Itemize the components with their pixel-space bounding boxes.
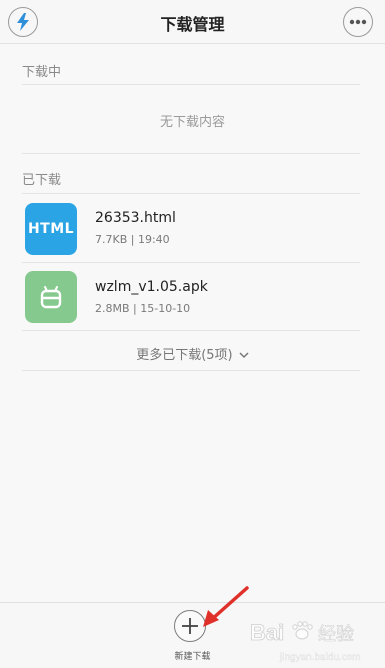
section-label-downloading: 下载中 [22,65,62,80]
file-name: 26353.html [95,210,176,226]
page-title: 下载管理 [160,15,225,34]
android-apk-icon [25,271,77,323]
baidu-watermark-icon: Bai 经验 jingyan.baidu.com [250,620,361,664]
more-options-button[interactable] [343,7,373,37]
file-name: wzlm_v1.05.apk [95,279,208,295]
header-bar: 下载管理 [0,0,385,44]
divider [22,370,360,371]
divider [22,84,360,85]
download-item-html[interactable]: HTML 26353.html 7.7KB | 19:40 [0,193,385,262]
divider [22,153,360,154]
section-label-downloaded: 已下载 [22,173,62,188]
empty-downloads-text: 无下载内容 [159,115,225,130]
more-downloaded-label: 更多已下载(5项) [136,348,233,363]
more-dots-icon [349,19,367,25]
file-meta: 7.7KB | 19:40 [95,233,170,246]
svg-text:Bai: Bai [250,620,284,645]
chevron-down-icon [239,352,249,359]
file-meta: 2.8MB | 15-10-10 [95,302,191,315]
download-item-apk[interactable]: wzlm_v1.05.apk 2.8MB | 15-10-10 [0,262,385,331]
divider [22,330,360,331]
more-downloaded-button[interactable]: 更多已下载(5项) [0,344,385,363]
html-file-icon: HTML [25,203,77,255]
svg-text:经验: 经验 [318,624,354,645]
svg-text:jingyan.baidu.com: jingyan.baidu.com [279,652,361,663]
